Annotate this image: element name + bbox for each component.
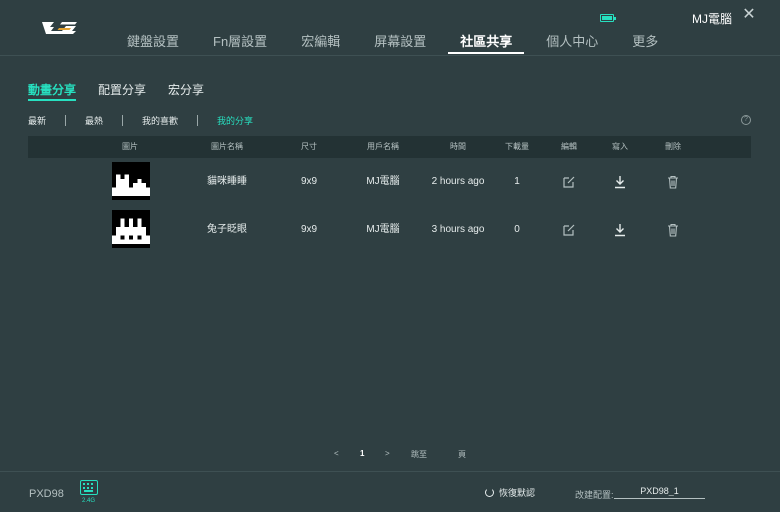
tab-config-share[interactable]: 配置分享: [98, 81, 146, 101]
device-model: PXD98: [29, 488, 64, 500]
config-label: 改建配置:: [575, 490, 614, 500]
filter-hottest[interactable]: 最熱: [85, 114, 103, 127]
table-header: 圖片 圖片名稱 尺寸 用戶名稱 時間 下載量 編輯 寫入 刪除: [28, 136, 751, 158]
page-unit-label: 頁: [458, 450, 466, 459]
nav-screen-settings[interactable]: 屏幕設置: [362, 34, 438, 54]
nav-personal-center[interactable]: 個人中心: [534, 34, 610, 54]
trash-icon[interactable]: [666, 175, 680, 189]
user-name: MJ電腦: [366, 224, 400, 235]
download-count: 1: [514, 176, 520, 187]
column-header-size: 尺寸: [301, 142, 317, 151]
rabbit-blink-pixel-icon[interactable]: [112, 210, 150, 248]
column-header-delete: 刪除: [665, 142, 681, 151]
filter-my-favorites[interactable]: 我的喜歡: [142, 114, 178, 127]
nav-community-share[interactable]: 社區共享: [448, 34, 525, 54]
close-icon[interactable]: ✕: [742, 7, 756, 23]
prev-page-button[interactable]: <: [334, 449, 339, 458]
edit-icon[interactable]: [562, 223, 576, 237]
column-header-edit: 編輯: [561, 142, 577, 151]
battery-icon: [600, 14, 616, 22]
nav-macro-editor[interactable]: 宏編輯: [289, 34, 352, 54]
nav-keyboard-settings[interactable]: 鍵盤設置: [115, 34, 191, 54]
share-time: 2 hours ago: [431, 176, 485, 187]
filter-latest[interactable]: 最新: [28, 114, 46, 127]
column-header-image: 圖片: [122, 142, 138, 151]
edit-icon[interactable]: [562, 175, 576, 189]
trash-icon[interactable]: [666, 223, 680, 237]
jump-to-label: 跳至: [411, 450, 427, 459]
help-icon[interactable]: ?: [741, 115, 751, 125]
share-type-tabs: 動畫分享 配置分享 宏分享: [28, 81, 226, 101]
divider: [197, 115, 199, 126]
share-table: 圖片 圖片名稱 尺寸 用戶名稱 時間 下載量 編輯 寫入 刪除 貓咪睡睡 9x9…: [28, 136, 751, 254]
main-nav: 鍵盤設置 Fn層設置 宏編輯 屏幕設置 社區共享 個人中心 更多: [115, 34, 680, 54]
current-page[interactable]: 1: [360, 449, 364, 458]
divider: [122, 115, 124, 126]
divider: [65, 115, 67, 126]
nav-fn-layer-settings[interactable]: Fn層設置: [201, 34, 279, 54]
user-name: MJ電腦: [366, 176, 400, 187]
image-name: 貓咪睡睡: [207, 176, 247, 187]
next-page-button[interactable]: >: [385, 449, 390, 458]
image-size: 9x9: [300, 224, 318, 235]
connection-mode: 2.4G: [82, 498, 96, 504]
column-header-write: 寫入: [612, 142, 628, 151]
column-header-image-name: 圖片名稱: [211, 142, 243, 151]
restore-default-label: 恢復默認: [499, 488, 536, 498]
tab-macro-share[interactable]: 宏分享: [168, 81, 204, 101]
column-header-downloads: 下載量: [505, 142, 529, 151]
keyboard-icon[interactable]: [80, 480, 98, 495]
cat-sleeping-pixel-icon[interactable]: [112, 162, 150, 200]
column-header-time: 時間: [450, 142, 466, 151]
table-row: 兔子眨眼 9x9 MJ電腦 3 hours ago 0: [28, 206, 751, 254]
download-icon[interactable]: [613, 175, 627, 189]
brand-logo: [42, 22, 77, 34]
image-size: 9x9: [300, 176, 318, 187]
image-name: 兔子眨眼: [207, 224, 247, 235]
column-header-username: 用戶名稱: [367, 142, 399, 151]
restore-default-button[interactable]: 恢復默認: [485, 486, 535, 499]
top-bar: 鍵盤設置 Fn層設置 宏編輯 屏幕設置 社區共享 個人中心 更多 MJ電腦 ✕: [0, 0, 780, 56]
nav-more[interactable]: 更多: [620, 34, 670, 54]
config-name-input[interactable]: [614, 484, 705, 499]
username[interactable]: MJ電腦: [692, 10, 732, 27]
download-count: 0: [514, 224, 520, 235]
download-icon[interactable]: [613, 223, 627, 237]
footer-bar: PXD98 2.4G 恢復默認 改建配置:: [0, 471, 780, 512]
filter-bar: 最新 最熱 我的喜歡 我的分享: [28, 114, 253, 127]
refresh-icon: [485, 488, 494, 497]
share-time: 3 hours ago: [431, 224, 485, 235]
filter-my-shares[interactable]: 我的分享: [217, 114, 253, 127]
table-row: 貓咪睡睡 9x9 MJ電腦 2 hours ago 1: [28, 158, 751, 206]
tab-animation-share[interactable]: 動畫分享: [28, 81, 77, 101]
